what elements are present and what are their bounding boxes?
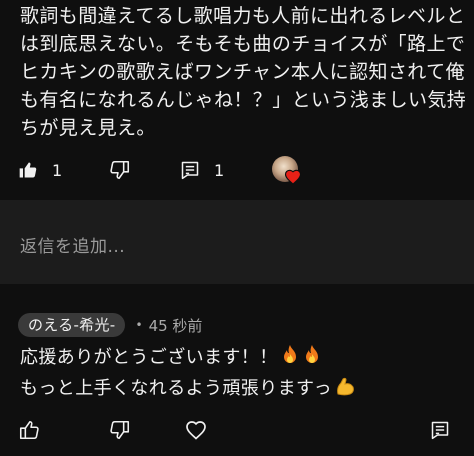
reply-timestamp: 45 秒前 [148, 316, 203, 335]
reply-like-button[interactable] [18, 410, 40, 450]
reply-text-segment: 応援ありがとうございます！！ [20, 347, 278, 368]
reply-count: 1 [214, 160, 225, 180]
reply-dislike-button[interactable] [109, 410, 131, 450]
comment-text-line: は到底思えない。そもそも曲のチョイスが「路上で [20, 33, 466, 55]
like-count: 1 [52, 160, 63, 180]
replies-button[interactable]: 1 [180, 148, 224, 192]
comment-text: 歌詞も間違えてるし歌唱力も人前に出れるレベルと は到底思えない。そもそも曲のチョ… [20, 2, 467, 142]
comment-text-line: ちが見え見え。 [20, 117, 156, 139]
meta-separator: • [135, 318, 143, 332]
comment-icon [430, 420, 450, 440]
fire-emoji-icon [302, 344, 322, 375]
comment-action-bar: 1 1 [0, 148, 474, 192]
reply-author-chip[interactable]: のえる-希光- [18, 313, 126, 337]
heart-outline-icon [184, 418, 208, 442]
reply-text-line: もっと上手くなれるよう頑張りますっ [20, 375, 460, 406]
reply-comment-button[interactable] [430, 410, 450, 450]
comment-text-line: 歌詞も間違えてるし歌唱力も人前に出れるレベルと [20, 5, 466, 27]
comment-text-line: ヒカキンの歌歌えばワンチャン本人に認知されて俺 [20, 61, 465, 83]
reply-header: のえる-希光- • 45 秒前 [18, 313, 202, 337]
comment-icon [180, 160, 200, 180]
creator-heart-badge [272, 156, 302, 186]
comment-text-line: も有名になれるんじゃね！？」という浅ましい気持 [20, 89, 467, 111]
reply-action-bar [0, 410, 474, 450]
reply-text-segment: もっと上手くなれるよう頑張りますっ [20, 378, 333, 399]
reply-text: 応援ありがとうございます！！ もっと上手くなれるよう頑張りますっ [20, 344, 460, 406]
reply-input[interactable]: 返信を追加... [20, 232, 125, 257]
thumbs-down-icon [109, 159, 131, 181]
fire-emoji-icon [280, 344, 300, 375]
thumbs-up-icon [18, 419, 40, 441]
thumbs-up-filled-icon [18, 160, 38, 180]
reply-input-area[interactable]: 返信を追加... [0, 200, 474, 284]
reply-text-line: 応援ありがとうございます！！ [20, 344, 460, 375]
comment-thread: 歌詞も間違えてるし歌唱力も人前に出れるレベルと は到底思えない。そもそも曲のチョ… [0, 0, 474, 456]
heart-icon [284, 168, 302, 190]
like-button[interactable]: 1 [18, 148, 62, 192]
reply-heart-button[interactable] [184, 410, 208, 450]
flexed-biceps-emoji-icon [334, 375, 356, 406]
dislike-button[interactable] [109, 148, 131, 192]
thumbs-down-icon [109, 419, 131, 441]
